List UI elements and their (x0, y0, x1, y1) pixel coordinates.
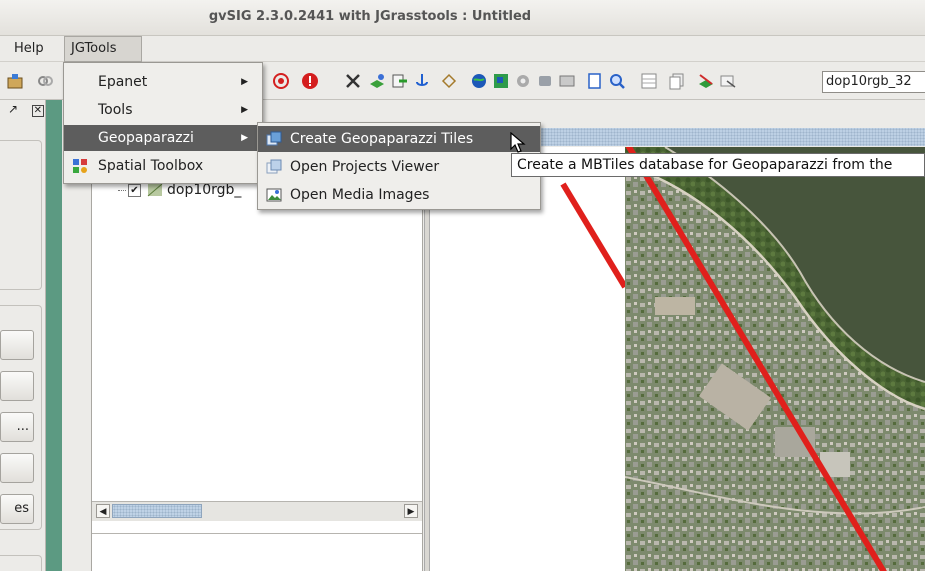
link-icon[interactable] (36, 72, 54, 90)
menu-item-spatial-toolbox[interactable]: Spatial Toolbox (64, 153, 262, 179)
menu-item-label: Geopaparazzi (98, 130, 194, 146)
media-images-icon (266, 188, 282, 202)
document-icon[interactable] (586, 72, 604, 90)
tooltip: Create a MBTiles database for Geopaparaz… (511, 153, 925, 177)
scroll-thumb[interactable] (112, 504, 202, 518)
side-button-3[interactable]: ... (0, 412, 34, 442)
left-panel-bottom-box (0, 555, 42, 571)
toc-layer-name: dop10rgb_ (167, 182, 242, 198)
menu-item-geopaparazzi[interactable]: Geopaparazzi ▶ (64, 125, 262, 151)
spatial-toolbox-icon (73, 159, 87, 173)
menu-item-label: Open Media Images (290, 187, 430, 203)
target-icon[interactable] (272, 72, 290, 90)
submenu-arrow-icon: ▶ (241, 105, 248, 115)
close-icon[interactable]: ✕ (31, 105, 44, 117)
scroll-left-arrow-icon[interactable]: ◀ (96, 504, 110, 518)
raster-layer-icon (147, 183, 163, 197)
gear-icon[interactable] (514, 72, 532, 90)
submenu-arrow-icon: ▶ (241, 77, 248, 87)
layer-visibility-checkbox[interactable]: ✔ (128, 183, 141, 197)
toc-lower-pane (92, 533, 422, 571)
side-button-4[interactable] (0, 453, 34, 483)
tiles-icon (266, 131, 282, 146)
toc-horizontal-scrollbar[interactable]: ◀ ▶ (92, 501, 422, 521)
menu-item-label: Epanet (98, 74, 148, 90)
map-canvas[interactable] (625, 147, 925, 571)
export-icon[interactable] (390, 72, 408, 90)
side-button-5[interactable]: es (0, 494, 34, 524)
error-icon[interactable] (301, 72, 319, 90)
window-title: gvSIG 2.3.0.2441 with JGrasstools : Unti… (208, 9, 532, 24)
submenu-arrow-icon: ▶ (241, 133, 248, 143)
layer-combo[interactable]: dop10rgb_32 (822, 71, 925, 93)
menu-item-open-projects-viewer[interactable]: Open Projects Viewer (258, 154, 540, 180)
jgtools-menu: Epanet ▶ Tools ▶ Geopaparazzi ▶ Spatial … (63, 62, 263, 184)
menu-item-tools[interactable]: Tools ▶ (64, 97, 262, 123)
select-layer-icon[interactable] (719, 72, 737, 90)
table-icon[interactable] (640, 72, 658, 90)
projects-viewer-icon (266, 159, 282, 174)
menu-item-epanet[interactable]: Epanet ▶ (64, 69, 262, 95)
menu-item-label: Create Geopaparazzi Tiles (290, 131, 474, 147)
anchor-icon[interactable] (413, 72, 431, 90)
menu-help[interactable]: Help (10, 36, 48, 62)
panel-controls: ↗ ✕ (8, 102, 44, 117)
save-layer-icon[interactable] (6, 72, 24, 90)
network-icon[interactable] (440, 72, 458, 90)
menu-item-label: Spatial Toolbox (98, 158, 204, 174)
raster-icon[interactable] (492, 72, 510, 90)
copy-icon[interactable] (668, 72, 686, 90)
tools-icon[interactable] (344, 72, 362, 90)
database-icon[interactable] (536, 72, 554, 90)
image-icon[interactable] (558, 72, 576, 90)
menu-bar: Help JGTools (0, 36, 925, 62)
left-panel-box (0, 140, 42, 290)
zoom-icon[interactable] (608, 72, 626, 90)
add-layer-icon[interactable] (368, 72, 386, 90)
side-button-1[interactable] (0, 330, 34, 360)
menu-item-open-media-images[interactable]: Open Media Images (258, 182, 540, 208)
side-button-2[interactable] (0, 371, 34, 401)
menu-item-label: Open Projects Viewer (290, 159, 440, 175)
toc-layer-item[interactable]: ✔ dop10rgb_ (118, 182, 241, 204)
layers-edit-icon[interactable] (697, 72, 715, 90)
mouse-cursor-icon (510, 132, 526, 153)
geopaparazzi-submenu: Create Geopaparazzi Tiles Open Projects … (257, 122, 541, 210)
scroll-right-arrow-icon[interactable]: ▶ (404, 504, 418, 518)
menu-item-create-geopaparazzi-tiles[interactable]: Create Geopaparazzi Tiles (258, 126, 540, 152)
globe-icon[interactable] (470, 72, 488, 90)
left-panel: ↗ ✕ ... es (0, 100, 46, 571)
title-bar: gvSIG 2.3.0.2441 with JGrasstools : Unti… (0, 0, 925, 36)
menu-item-label: Tools (98, 102, 133, 118)
restore-icon[interactable]: ↗ (8, 102, 20, 116)
menu-jgtools[interactable]: JGTools (64, 36, 142, 62)
